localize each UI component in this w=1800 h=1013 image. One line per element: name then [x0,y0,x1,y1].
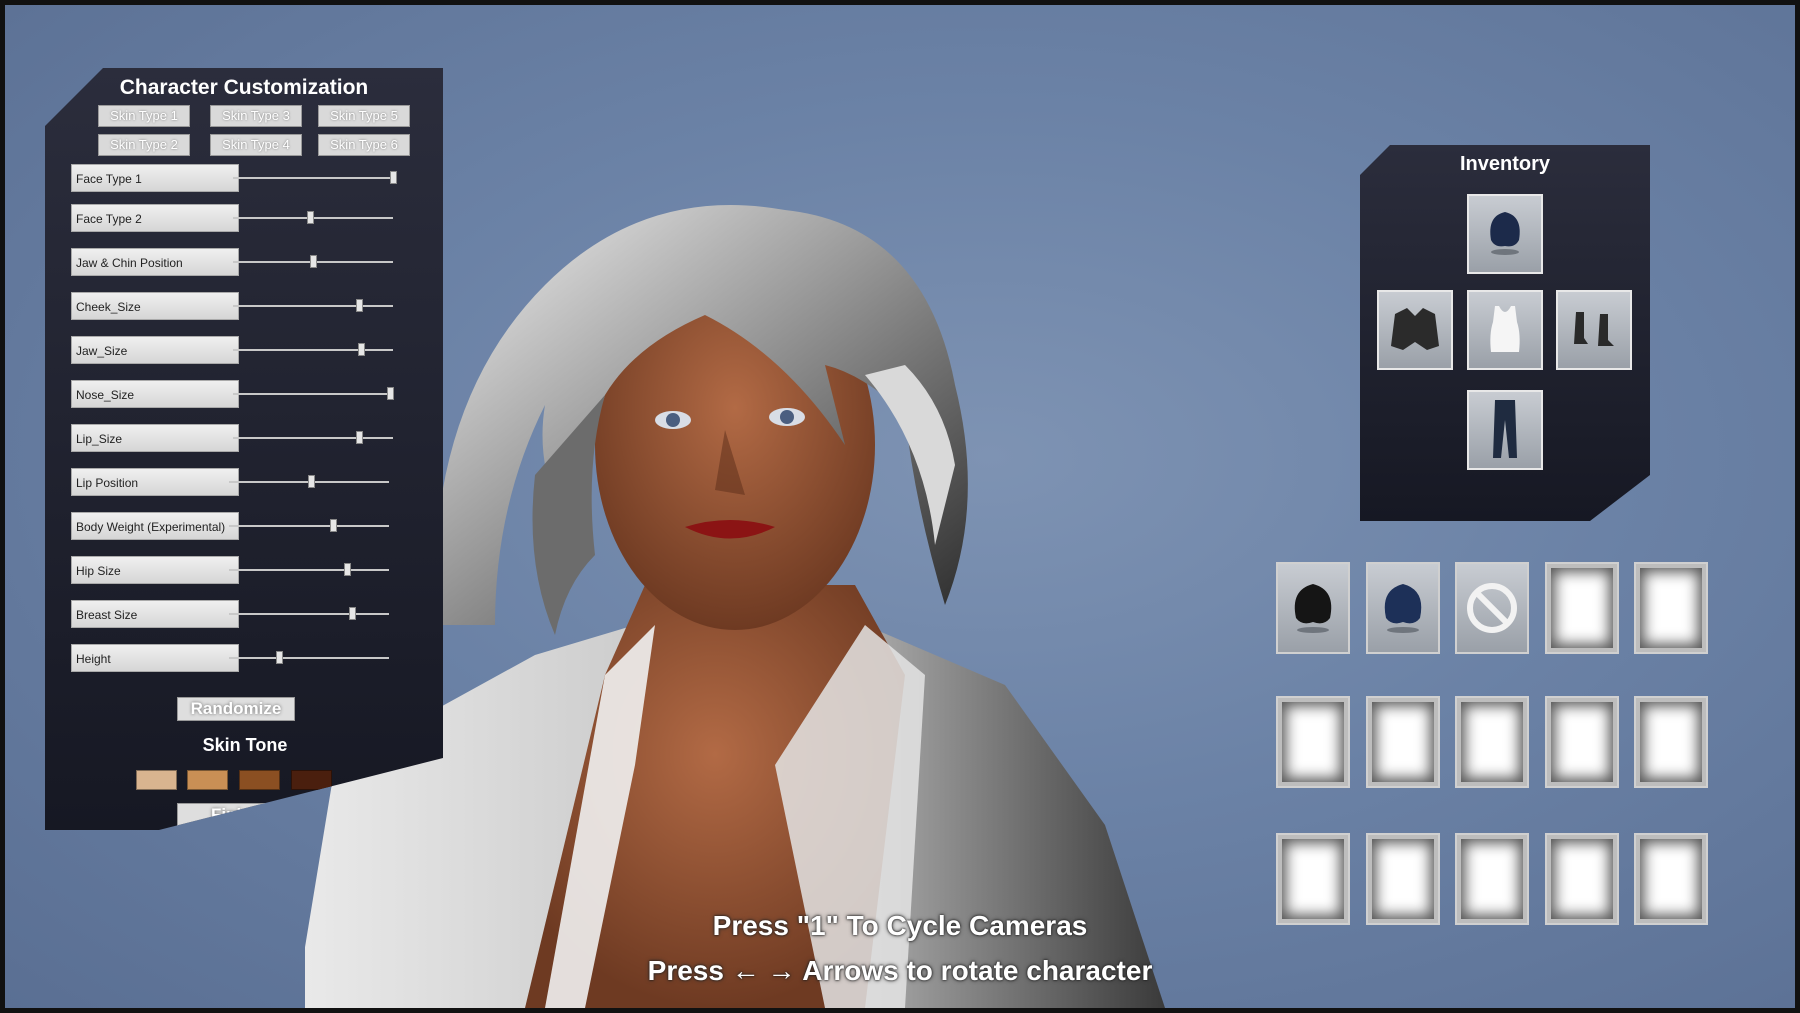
slider-track[interactable] [229,651,389,664]
none-icon [1467,583,1517,633]
pants-icon [1493,400,1517,458]
slider-row: Cheek_Size [71,292,411,320]
slider-label: Nose_Size [71,380,239,408]
skin-tone-swatch[interactable] [136,770,177,790]
customization-panel: Character Customization Skin Type 1 Skin… [45,68,443,830]
slider-row: Lip Position [71,468,411,496]
slider-thumb[interactable] [386,387,394,400]
customization-title: Character Customization [119,76,369,99]
slider-row: Height [71,644,411,672]
bag-slot-empty[interactable] [1634,696,1708,788]
slider-label: Face Type 1 [71,164,239,192]
slider-thumb[interactable] [306,211,314,224]
equip-slot-pants[interactable] [1467,390,1543,470]
slider-track[interactable] [229,519,389,532]
slider-label: Jaw_Size [71,336,239,364]
slider-label: Body Weight (Experimental) [71,512,239,540]
bag-slot-empty[interactable] [1545,696,1619,788]
blue-hair-icon [1384,584,1422,633]
slider-thumb[interactable] [310,255,317,268]
bag-slot-empty[interactable] [1366,696,1440,788]
slider-track[interactable] [229,475,389,488]
bag-slot-empty[interactable] [1455,696,1529,788]
slider-label: Face Type 2 [71,204,239,232]
skin-type-4-button[interactable]: Skin Type 4 [210,134,302,156]
slider-thumb[interactable] [344,563,352,576]
slider-thumb[interactable] [330,519,337,532]
equip-slot-boots[interactable] [1556,290,1632,370]
bag-slot[interactable] [1455,562,1529,654]
slider-thumb[interactable] [356,299,364,312]
slider-track[interactable] [233,211,393,224]
jacket-icon [1391,308,1439,350]
slider-thumb[interactable] [356,431,364,444]
slider-label: Jaw & Chin Position [71,248,239,276]
slider-label: Breast Size [71,600,239,628]
slider-label: Hip Size [71,556,239,584]
slider-row: Body Weight (Experimental) [71,512,411,540]
skin-tone-swatch[interactable] [187,770,228,790]
slider-track[interactable] [233,343,393,356]
skin-type-1-button[interactable]: Skin Type 1 [98,105,190,127]
slider-row: Face Type 1 [71,164,411,192]
slider-row: Jaw & Chin Position [71,248,411,276]
equip-slot-head[interactable] [1467,194,1543,274]
skin-tone-swatch[interactable] [291,770,332,790]
slider-row: Face Type 2 [71,204,411,232]
slider-label: Lip_Size [71,424,239,452]
rotate-hint: Press ← → Arrows to rotate character [647,955,1153,986]
slider-row: Nose_Size [71,380,411,408]
skin-type-6-button[interactable]: Skin Type 6 [318,134,410,156]
finish-button[interactable]: Finish [177,803,295,827]
slider-track[interactable] [229,563,389,576]
slider-label: Lip Position [71,468,239,496]
slider-track[interactable] [233,255,393,268]
bag-slot-empty[interactable] [1545,562,1619,654]
slider-track[interactable] [229,607,389,620]
slider-thumb[interactable] [349,607,357,620]
slider-row: Breast Size [71,600,411,628]
slider-track[interactable] [233,171,397,184]
slider-label: Height [71,644,239,672]
skin-type-2-button[interactable]: Skin Type 2 [98,134,190,156]
dark-hair-icon [1294,584,1332,633]
inventory-title: Inventory [1459,153,1551,175]
hair-icon [1490,212,1520,255]
skin-tone-title: Skin Tone [202,735,288,755]
slider-row: Lip_Size [71,424,411,452]
skin-tone-swatch[interactable] [239,770,280,790]
slider-track[interactable] [233,387,394,400]
slider-label: Cheek_Size [71,292,239,320]
slider-track[interactable] [233,431,393,444]
slider-row: Jaw_Size [71,336,411,364]
slider-row: Hip Size [71,556,411,584]
slider-thumb[interactable] [358,343,365,356]
camera-hint: Press "1" To Cycle Cameras [712,910,1088,941]
inventory-panel: Inventory [1360,145,1650,521]
bag-slot-empty[interactable] [1634,562,1708,654]
equip-slot-jacket[interactable] [1377,290,1453,370]
bag-slot-empty[interactable] [1276,696,1350,788]
slider-track[interactable] [233,299,393,312]
tank-top-icon [1490,306,1520,352]
slider-thumb[interactable] [307,475,315,488]
boots-icon [1574,312,1614,346]
game-viewport: Character Customization Skin Type 1 Skin… [5,5,1795,1008]
equip-slot-top[interactable] [1467,290,1543,370]
bag-slot[interactable] [1276,562,1350,654]
slider-thumb[interactable] [275,651,283,664]
bag-slot[interactable] [1366,562,1440,654]
slider-thumb[interactable] [390,171,397,184]
skin-type-3-button[interactable]: Skin Type 3 [210,105,302,127]
skin-type-5-button[interactable]: Skin Type 5 [318,105,410,127]
randomize-button[interactable]: Randomize [177,697,295,721]
